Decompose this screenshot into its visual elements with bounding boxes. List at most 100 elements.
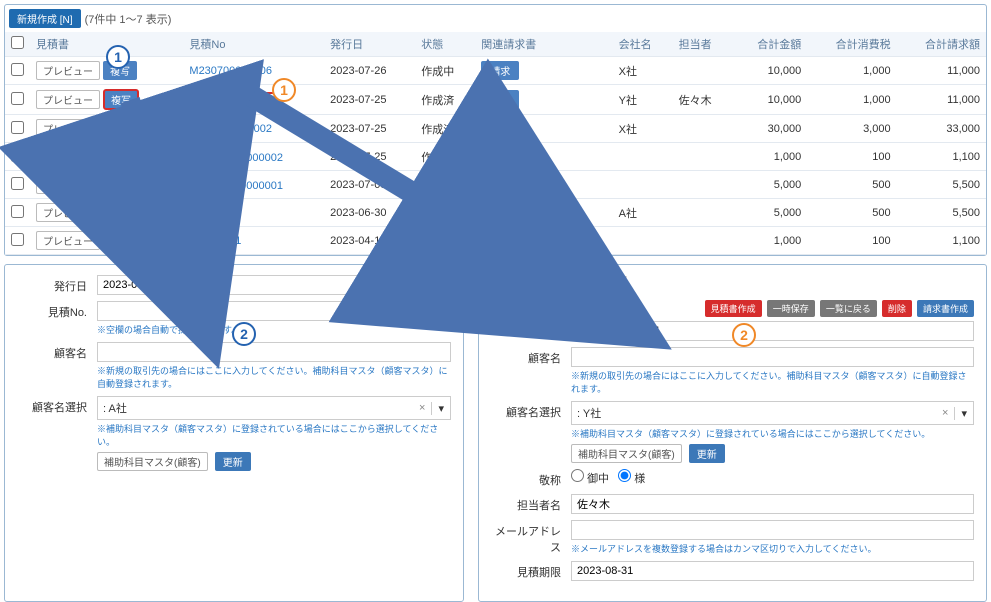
col-date: 発行日 — [324, 32, 415, 57]
cust-help: ※新規の取引先の場合にはここに入力してください。補助科目マスタ（顧客マスタ）に自… — [97, 364, 451, 390]
estimate-no-link[interactable]: M2306001 — [189, 207, 241, 219]
due-input[interactable] — [571, 561, 974, 581]
honorific-sama[interactable] — [618, 469, 631, 482]
row-checkbox[interactable] — [11, 233, 24, 246]
estimate-no-link[interactable]: M230700000004 — [189, 92, 276, 108]
table-row: プレビュー 複写 M230700000004 2023-07-25 作成済 請求… — [5, 85, 986, 115]
cell-person — [673, 143, 733, 171]
new-button[interactable]: 新規作成 [N] — [9, 9, 81, 28]
honorific-onchu[interactable] — [571, 469, 584, 482]
invoice-button[interactable]: 請求 — [481, 231, 519, 250]
invoice-button[interactable]: 請求 — [481, 175, 519, 194]
copy-button[interactable]: 複写 — [103, 203, 137, 222]
table-row: プレビュー 複写 Mあ230700000002 2023-07-25 作成済 請… — [5, 143, 986, 171]
estimate-no-link[interactable]: M2304001 — [189, 235, 241, 247]
csel-value[interactable]: : A社 — [98, 397, 413, 419]
sub-master-button[interactable]: 補助科目マスタ(顧客) — [97, 452, 208, 471]
due-label: 見積期限 — [491, 561, 571, 580]
date-label-r: 発行日 — [491, 275, 571, 294]
chevron-down-icon[interactable]: ▾ — [431, 402, 450, 415]
cell-status: 作成中 — [415, 57, 475, 85]
estimate-no-link[interactable]: Mあ230700000001 — [189, 180, 283, 192]
mail-input[interactable] — [571, 520, 974, 540]
row-checkbox[interactable] — [11, 63, 24, 76]
invoice-button[interactable]: 請求 — [481, 147, 519, 166]
cell-amount: 10,000 — [733, 57, 808, 85]
col-no: 見積No — [183, 32, 324, 57]
estimate-table: 見積書 見積No 発行日 状態 関連請求書 会社名 担当者 合計金額 合計消費税… — [5, 32, 986, 255]
invoice-button[interactable]: 請求 — [481, 203, 519, 222]
cust-input-r[interactable] — [571, 347, 974, 367]
preview-button[interactable]: プレビュー — [36, 90, 100, 109]
make-quote-button[interactable]: 見積書作成 — [705, 300, 762, 317]
cell-status: 作成済 — [415, 227, 475, 255]
cell-person — [673, 171, 733, 199]
row-checkbox[interactable] — [11, 177, 24, 190]
cell-company — [613, 227, 673, 255]
cell-total: 11,000 — [897, 57, 986, 85]
col-tax: 合計消費税 — [807, 32, 896, 57]
preview-button[interactable]: プレビュー — [36, 147, 100, 166]
table-row: プレビュー 複写 Mあ230700000001 2023-07-05 作成済 請… — [5, 171, 986, 199]
temp-save-button[interactable]: 一時保存 — [767, 300, 815, 317]
checkbox-all[interactable] — [11, 36, 24, 49]
no-input-r[interactable] — [571, 321, 974, 341]
invoice-button[interactable]: 請求 — [481, 61, 519, 80]
delete-button[interactable]: 削除 — [882, 300, 912, 317]
cell-tax: 500 — [807, 171, 896, 199]
copy-button[interactable]: 複写 — [103, 89, 139, 110]
preview-button[interactable]: プレビュー — [36, 231, 100, 250]
clear-icon-r[interactable]: × — [936, 407, 954, 419]
cell-amount: 1,000 — [733, 143, 808, 171]
preview-button[interactable]: プレビュー — [36, 119, 100, 138]
cell-total: 1,100 — [897, 143, 986, 171]
invoice-button[interactable]: 請求 — [481, 119, 519, 138]
estimate-no-link[interactable]: M230700000006 — [189, 65, 272, 77]
update-button[interactable]: 更新 — [215, 452, 251, 471]
invoice-count-select[interactable]: 2件 ▾ — [522, 235, 572, 250]
row-checkbox[interactable] — [11, 149, 24, 162]
date-label: 発行日 — [17, 275, 97, 294]
preview-button[interactable]: プレビュー — [36, 175, 100, 194]
person-label-r: 担当者名 — [491, 494, 571, 513]
estimate-no-link[interactable]: M230700000002 — [189, 123, 272, 135]
cell-invoice: 請求 — [475, 85, 612, 115]
make-invoice-button[interactable]: 請求書作成 — [917, 300, 974, 317]
cell-date: 2023-07-25 — [324, 85, 415, 115]
cell-amount: 10,000 — [733, 85, 808, 115]
invoice-button[interactable]: 請求 — [481, 90, 519, 109]
person-input-r[interactable] — [571, 494, 974, 514]
csel-value-r[interactable]: : Y社 — [572, 402, 936, 424]
cell-invoice: 請求 — [475, 143, 612, 171]
cell-company: A社 — [613, 199, 673, 227]
copy-button[interactable]: 複写 — [103, 231, 137, 250]
no-input[interactable] — [97, 301, 451, 321]
update-button-r[interactable]: 更新 — [689, 444, 725, 463]
row-checkbox[interactable] — [11, 121, 24, 134]
cell-person: 佐々木 — [673, 85, 733, 115]
date-input[interactable] — [97, 275, 451, 295]
row-checkbox[interactable] — [11, 92, 24, 105]
cell-company — [613, 171, 673, 199]
cell-amount: 1,000 — [733, 227, 808, 255]
no-label: 見積No. — [17, 301, 97, 320]
cell-invoice: 請求 1件 ▾ — [475, 199, 612, 227]
cell-date: 2023-07-26 — [324, 57, 415, 85]
cell-person — [673, 115, 733, 143]
no-help: ※空欄の場合自動で採番されます。 — [97, 323, 451, 336]
invoice-count-select[interactable]: 1件 ▾ — [522, 207, 572, 222]
row-checkbox[interactable] — [11, 205, 24, 218]
cust-input[interactable] — [97, 342, 451, 362]
copy-button[interactable]: 複写 — [103, 119, 137, 138]
cell-status: 作成済 — [415, 85, 475, 115]
sub-master-button-r[interactable]: 補助科目マスタ(顧客) — [571, 444, 682, 463]
chevron-down-icon-r[interactable]: ▾ — [954, 407, 973, 420]
estimate-no-link[interactable]: Mあ230700000002 — [189, 152, 283, 164]
preview-button[interactable]: プレビュー — [36, 61, 100, 80]
cell-status: 作成済 — [415, 115, 475, 143]
clear-icon[interactable]: × — [413, 402, 431, 414]
copy-button[interactable]: 複写 — [103, 147, 137, 166]
preview-button[interactable]: プレビュー — [36, 203, 100, 222]
copy-button[interactable]: 複写 — [103, 175, 137, 194]
back-button[interactable]: 一覧に戻る — [820, 300, 877, 317]
